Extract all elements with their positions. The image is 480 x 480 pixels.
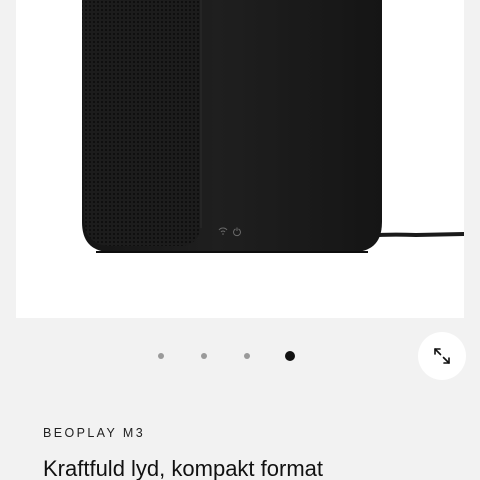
carousel-dot-4[interactable] <box>285 351 295 361</box>
product-title: Kraftfuld lyd, kompakt format <box>43 456 323 480</box>
speaker-image <box>82 0 464 253</box>
carousel-dot-2[interactable] <box>201 353 207 359</box>
expand-arrows-icon <box>434 348 450 364</box>
carousel-dots <box>0 348 480 364</box>
carousel-dot-3[interactable] <box>244 353 250 359</box>
product-image[interactable] <box>16 0 464 318</box>
product-brand-label: BEOPLAY M3 <box>43 426 146 440</box>
expand-button[interactable] <box>418 332 466 380</box>
carousel-dot-1[interactable] <box>158 353 164 359</box>
